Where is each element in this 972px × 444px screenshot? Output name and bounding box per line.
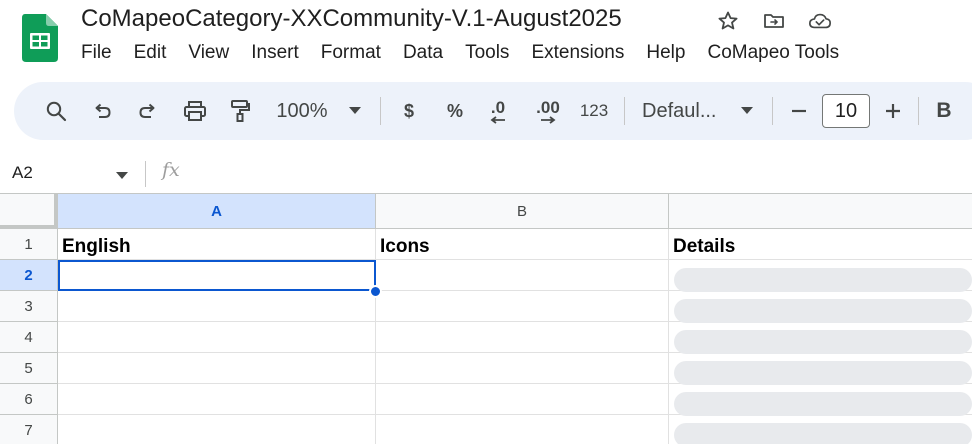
menu-help[interactable]: Help (646, 42, 685, 64)
row-header-5[interactable]: 5 (0, 353, 58, 384)
zoom-select[interactable]: 100% (270, 82, 334, 140)
chevron-down-icon[interactable] (736, 82, 758, 140)
decrease-decimal-button[interactable]: .0 (482, 82, 514, 140)
bold-button[interactable]: B (932, 82, 956, 140)
cloud-saved-icon[interactable] (808, 9, 832, 33)
toolbar-divider (918, 97, 919, 125)
cell-b5[interactable] (376, 353, 669, 384)
column-header-a[interactable]: A (58, 194, 376, 229)
menu-data[interactable]: Data (403, 42, 443, 64)
row-header-7[interactable]: 7 (0, 415, 58, 444)
menu-edit[interactable]: Edit (134, 42, 167, 64)
decrease-decimal-label: .0 (490, 97, 506, 117)
arrow-right-icon (541, 115, 556, 124)
formula-divider (145, 161, 146, 187)
print-icon[interactable] (178, 82, 212, 140)
loading-placeholder (674, 361, 972, 385)
formula-input[interactable] (196, 158, 972, 188)
column-header-b[interactable]: B (376, 194, 669, 229)
column-header-c[interactable] (669, 194, 972, 229)
menu-tools[interactable]: Tools (465, 42, 509, 64)
menu-extensions[interactable]: Extensions (531, 42, 624, 64)
move-to-folder-icon[interactable] (762, 9, 786, 33)
more-formats-button[interactable]: 123 (576, 82, 612, 140)
spreadsheet-grid: A B 1 2 3 4 5 6 7 English Icons Details (0, 193, 972, 444)
cell-a4[interactable] (58, 322, 376, 353)
star-icon[interactable] (716, 9, 740, 33)
increase-decimal-button[interactable]: .00 (530, 82, 566, 140)
undo-icon[interactable] (86, 82, 118, 140)
row-header-3[interactable]: 3 (0, 291, 58, 322)
loading-placeholder (674, 392, 972, 416)
cell-a1[interactable]: English (58, 229, 376, 260)
cell-b1[interactable]: Icons (376, 229, 669, 260)
plus-icon[interactable] (880, 82, 906, 140)
cell-b6[interactable] (376, 384, 669, 415)
cell-b7[interactable] (376, 415, 669, 444)
menu-comapeo-tools[interactable]: CoMapeo Tools (707, 42, 839, 64)
menu-format[interactable]: Format (321, 42, 381, 64)
font-size-input[interactable]: 10 (822, 94, 870, 128)
toolbar: 100% $ % .0 .00 123 Defaul... 10 B (14, 82, 972, 140)
cell-a3[interactable] (58, 291, 376, 322)
cell-a7[interactable] (58, 415, 376, 444)
percent-button[interactable]: % (442, 82, 468, 140)
toolbar-divider (380, 97, 381, 125)
font-select[interactable]: Defaul... (642, 82, 728, 140)
redo-icon[interactable] (132, 82, 164, 140)
loading-placeholder (674, 268, 972, 292)
chevron-down-icon[interactable] (344, 82, 366, 140)
fill-handle[interactable] (369, 285, 382, 298)
paint-format-icon[interactable] (224, 82, 256, 140)
menu-insert[interactable]: Insert (251, 42, 299, 64)
loading-placeholder (674, 330, 972, 354)
cell-a6[interactable] (58, 384, 376, 415)
loading-placeholder (674, 423, 972, 444)
menu-view[interactable]: View (188, 42, 229, 64)
row-header-2[interactable]: 2 (0, 260, 58, 291)
cell-a5[interactable] (58, 353, 376, 384)
select-all-corner[interactable] (0, 194, 58, 229)
arrow-left-icon (490, 115, 505, 124)
cell-b2[interactable] (376, 260, 669, 291)
minus-icon[interactable] (786, 82, 812, 140)
cell-b3[interactable] (376, 291, 669, 322)
google-sheets-logo[interactable] (22, 14, 58, 62)
currency-button[interactable]: $ (396, 82, 422, 140)
fx-icon: fx (162, 159, 180, 181)
increase-decimal-label: .00 (536, 97, 560, 117)
row-header-1[interactable]: 1 (0, 229, 58, 260)
cell-b4[interactable] (376, 322, 669, 353)
cell-c1[interactable]: Details (669, 229, 972, 260)
toolbar-divider (772, 97, 773, 125)
row-header-4[interactable]: 4 (0, 322, 58, 353)
loading-placeholder (674, 299, 972, 323)
toolbar-divider (624, 97, 625, 125)
document-title[interactable]: CoMapeoCategory-XXCommunity-V.1-August20… (81, 5, 622, 33)
search-icon[interactable] (38, 82, 74, 140)
chevron-down-icon[interactable] (116, 167, 128, 185)
menu-bar: File Edit View Insert Format Data Tools … (81, 42, 861, 64)
cell-selection (58, 260, 376, 291)
row-header-6[interactable]: 6 (0, 384, 58, 415)
menu-file[interactable]: File (81, 42, 112, 64)
